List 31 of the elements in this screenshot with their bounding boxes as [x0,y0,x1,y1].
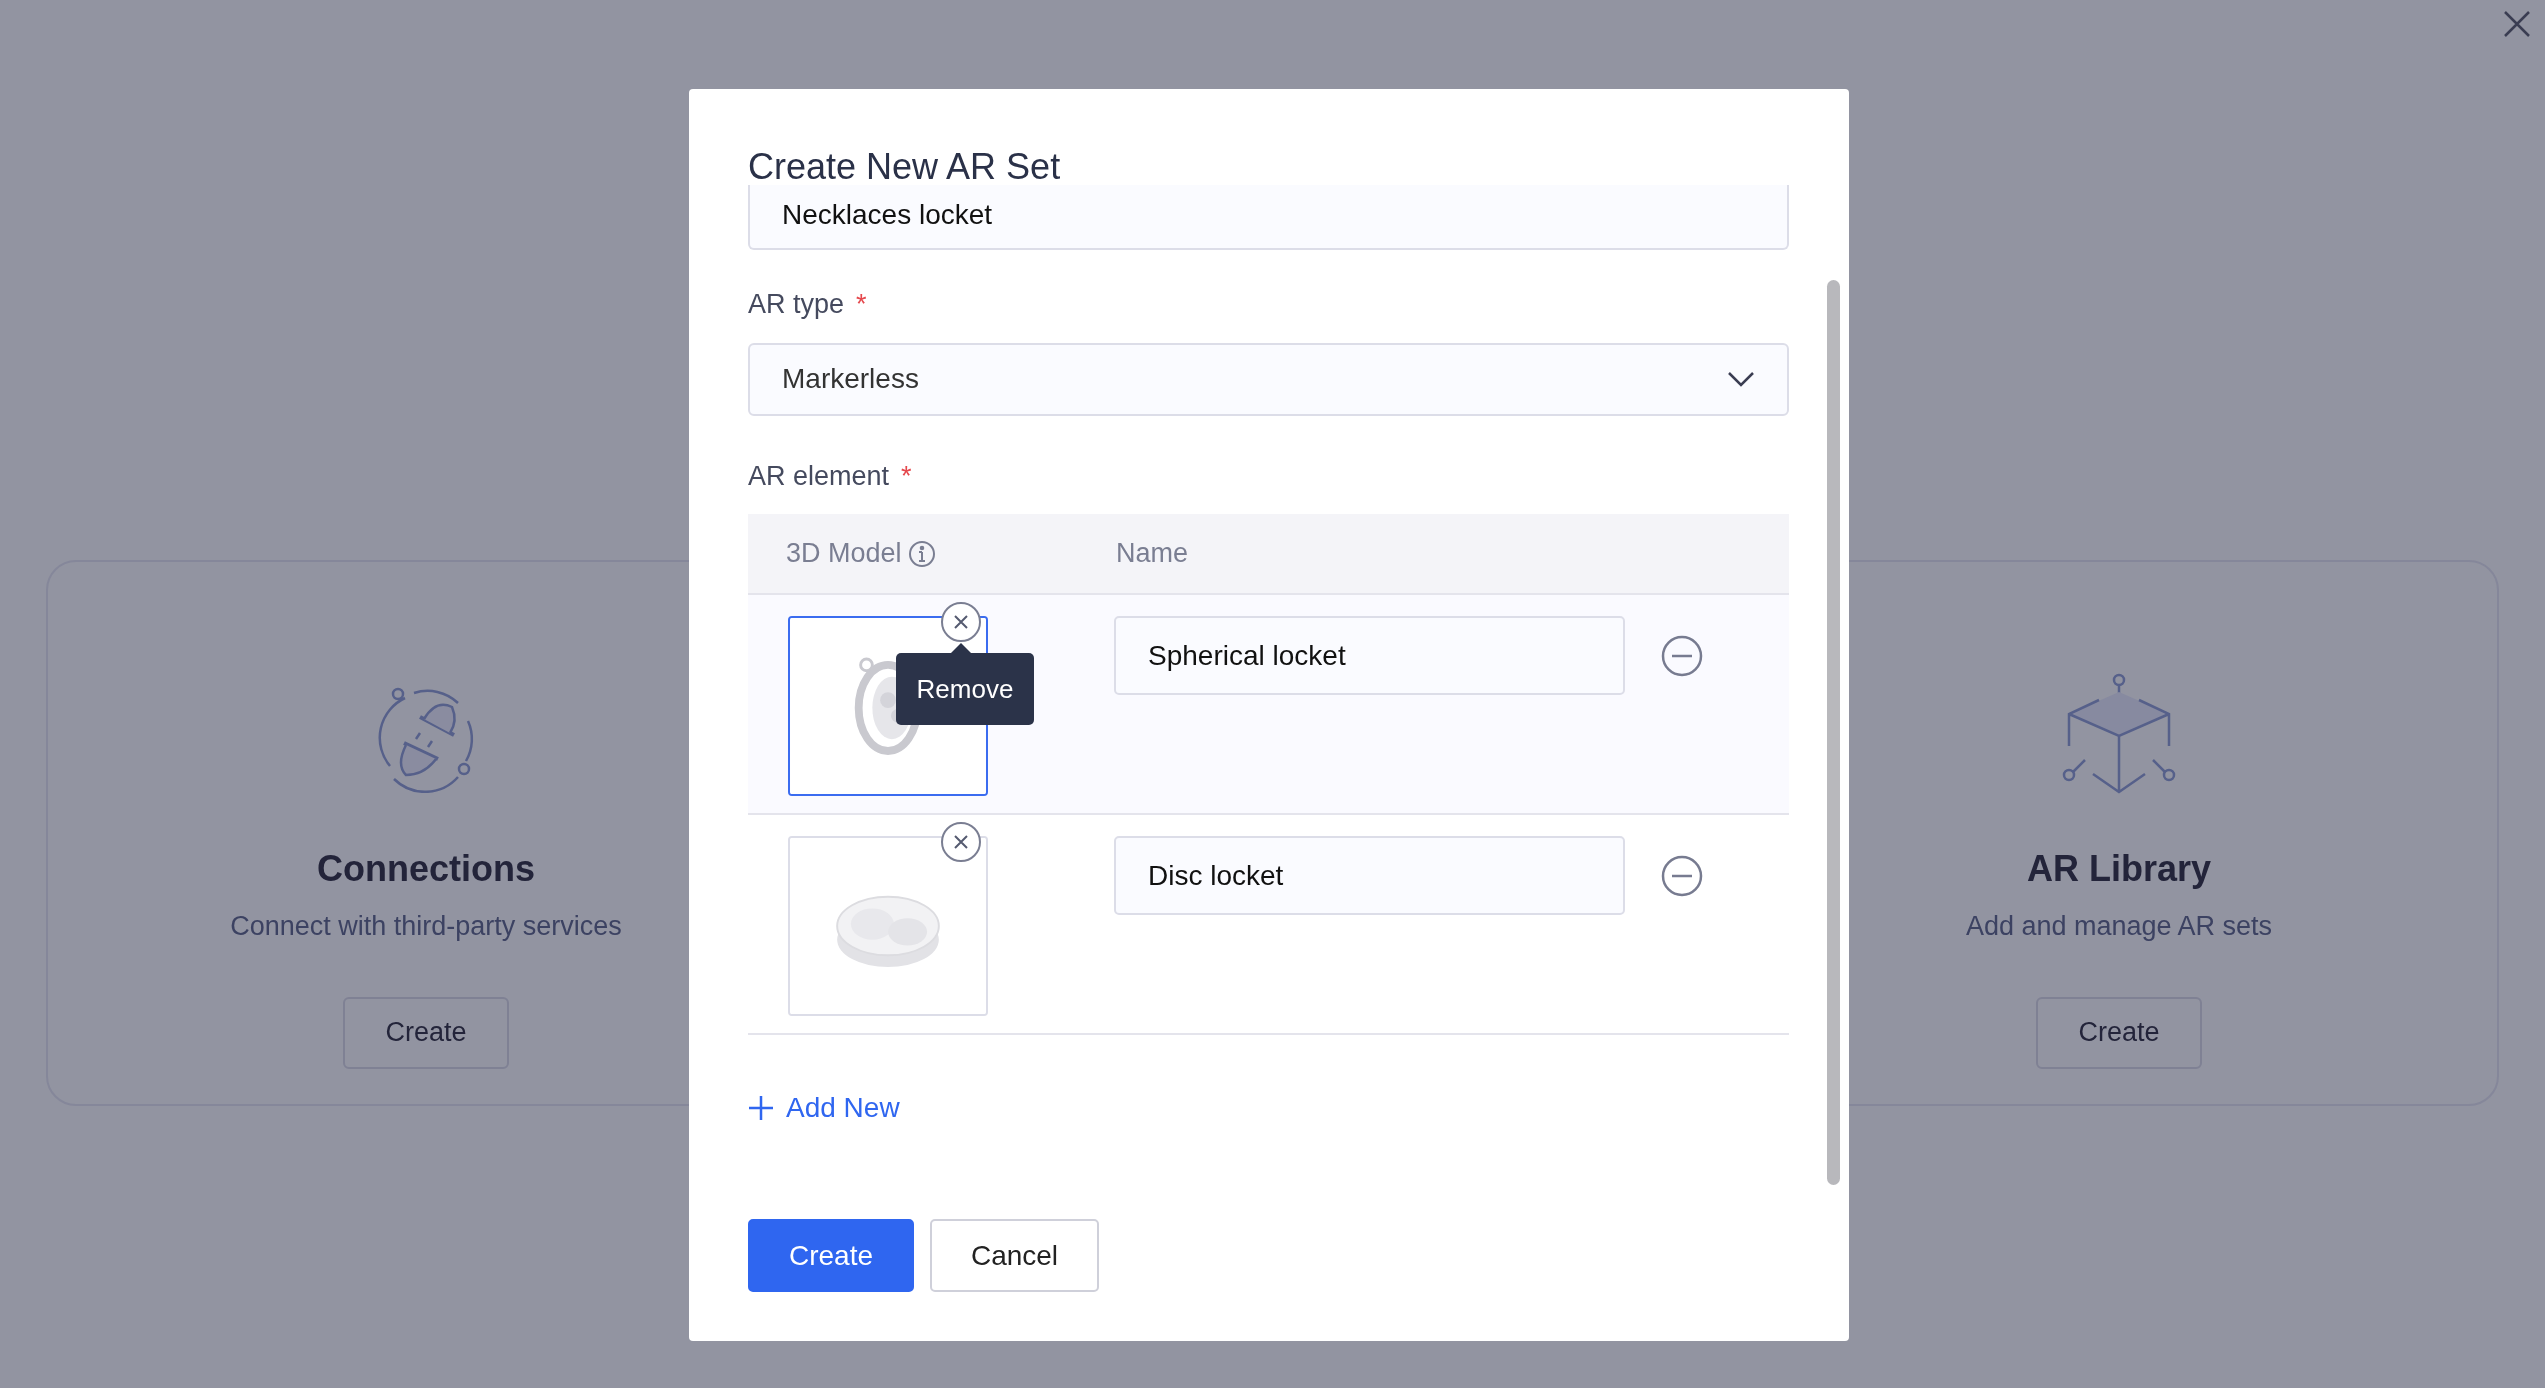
add-new-link[interactable]: Add New [748,1087,900,1129]
chevron-down-icon [1727,371,1755,387]
cancel-button[interactable]: Cancel [930,1219,1099,1292]
create-button[interactable]: Create [343,996,509,1069]
tooltip: Remove [896,653,1034,725]
minus-circle-button[interactable] [1661,635,1703,677]
name-input[interactable]: Disc locket [1114,836,1625,915]
dialog-title: Create New AR Set [748,147,1061,187]
column-header: 3D Model [786,537,902,571]
field-label: AR type [748,288,845,321]
minus-circle-button[interactable] [1661,855,1703,897]
name-input[interactable]: Spherical locket [1114,616,1625,695]
info-icon[interactable] [907,539,936,568]
create-button[interactable]: Create [2036,996,2202,1069]
field-label: AR element [748,459,890,493]
x-icon [953,834,969,850]
card-description: Add and manage AR sets [1965,910,2273,943]
remove-button[interactable] [941,602,981,642]
x-icon [953,614,969,630]
plus-icon [748,1095,774,1121]
required-mark: * [901,459,912,493]
scrollbar[interactable] [1827,280,1840,1185]
remove-button[interactable] [941,822,981,862]
column-header: Name [1116,537,1189,571]
ar-type-select[interactable]: Markerless [748,342,1789,416]
card-description: Connect with third-party services [230,910,622,943]
card-title: Connections [317,847,535,891]
card-title: AR Library [2026,847,2211,891]
required-mark: * [856,288,867,321]
create-button[interactable]: Create [748,1219,914,1292]
name-field[interactable]: Necklaces locket [748,185,1789,250]
